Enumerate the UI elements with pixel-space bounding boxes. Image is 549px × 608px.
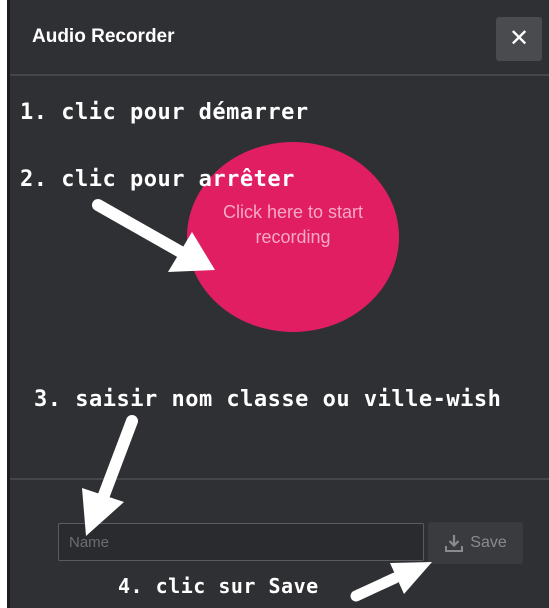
close-icon: ✕ bbox=[508, 25, 530, 52]
annotation-step-4: 4. clic sur Save bbox=[118, 574, 319, 598]
annotation-step-1: 1. clic pour démarrer bbox=[20, 100, 309, 125]
download-icon bbox=[445, 535, 464, 552]
background-edge bbox=[0, 0, 10, 608]
annotation-step-2: 2. clic pour arrêter bbox=[20, 167, 295, 192]
annotation-step-3: 3. saisir nom classe ou ville-wish bbox=[34, 387, 502, 412]
dialog-title: Audio Recorder bbox=[32, 26, 175, 47]
save-button[interactable]: Save bbox=[428, 522, 523, 564]
close-button[interactable]: ✕ bbox=[496, 17, 542, 61]
name-input[interactable] bbox=[58, 523, 424, 561]
dialog-header: Audio Recorder ✕ bbox=[10, 0, 549, 76]
footer-divider bbox=[10, 478, 549, 480]
save-button-label: Save bbox=[470, 534, 507, 551]
record-button-label: Click here to start recording bbox=[222, 202, 364, 247]
audio-recorder-dialog: Audio Recorder ✕ Click here to start rec… bbox=[10, 0, 549, 608]
